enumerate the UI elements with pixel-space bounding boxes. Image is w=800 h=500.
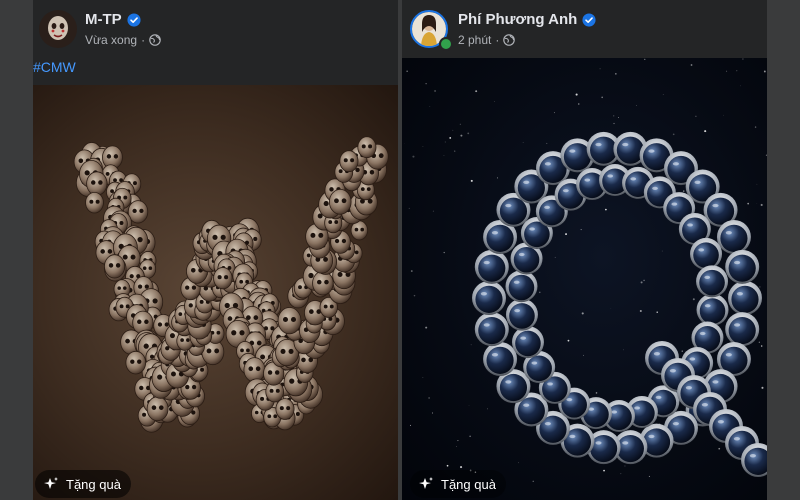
post-timestamp[interactable]: 2 phút — [458, 33, 491, 47]
post-header: Phí Phương Anh 2 phút · — [402, 0, 767, 60]
gift-button[interactable]: Tặng quà — [35, 470, 131, 498]
sparkle-star-icon — [44, 477, 58, 489]
post-card: Phí Phương Anh 2 phút · Tặng quà — [402, 0, 767, 500]
feed-gutter-right — [767, 0, 800, 500]
meta-separator: · — [141, 33, 146, 47]
post-timestamp[interactable]: Vừa xong — [85, 33, 137, 47]
gift-label: Tặng quà — [441, 476, 496, 492]
verified-badge-icon — [582, 12, 596, 27]
globe-icon[interactable] — [149, 34, 161, 46]
author-name[interactable]: Phí Phương Anh — [458, 11, 577, 28]
post-image[interactable]: Tặng quà — [402, 58, 767, 500]
globe-icon[interactable] — [503, 34, 516, 46]
letter-w-skull-art — [73, 136, 389, 433]
author-name[interactable]: M-TP — [85, 11, 122, 28]
letter-q-helmet-art — [404, 58, 767, 482]
verified-badge-icon — [127, 12, 141, 27]
author-avatar[interactable] — [39, 10, 77, 48]
post-hashtag[interactable]: #CMW — [33, 59, 76, 75]
meta-separator: · — [495, 33, 500, 47]
online-status-indicator — [439, 37, 453, 51]
post-image[interactable]: Tặng quà — [33, 85, 398, 500]
post-meta: 2 phút · — [458, 33, 516, 47]
feed-gutter-left — [0, 0, 33, 500]
skull-cluster — [73, 136, 389, 433]
sparkle-star-icon — [419, 477, 433, 489]
author-name-row: M-TP — [85, 11, 141, 28]
gift-label: Tặng quà — [66, 476, 121, 492]
helmet-ring — [472, 131, 767, 477]
gift-button[interactable]: Tặng quà — [410, 470, 506, 498]
post-card: M-TP Vừa xong · #CMW Tặng quà — [33, 0, 398, 500]
post-header: M-TP Vừa xong · — [33, 0, 398, 60]
post-meta: Vừa xong · — [85, 33, 161, 47]
author-name-row: Phí Phương Anh — [458, 11, 596, 28]
